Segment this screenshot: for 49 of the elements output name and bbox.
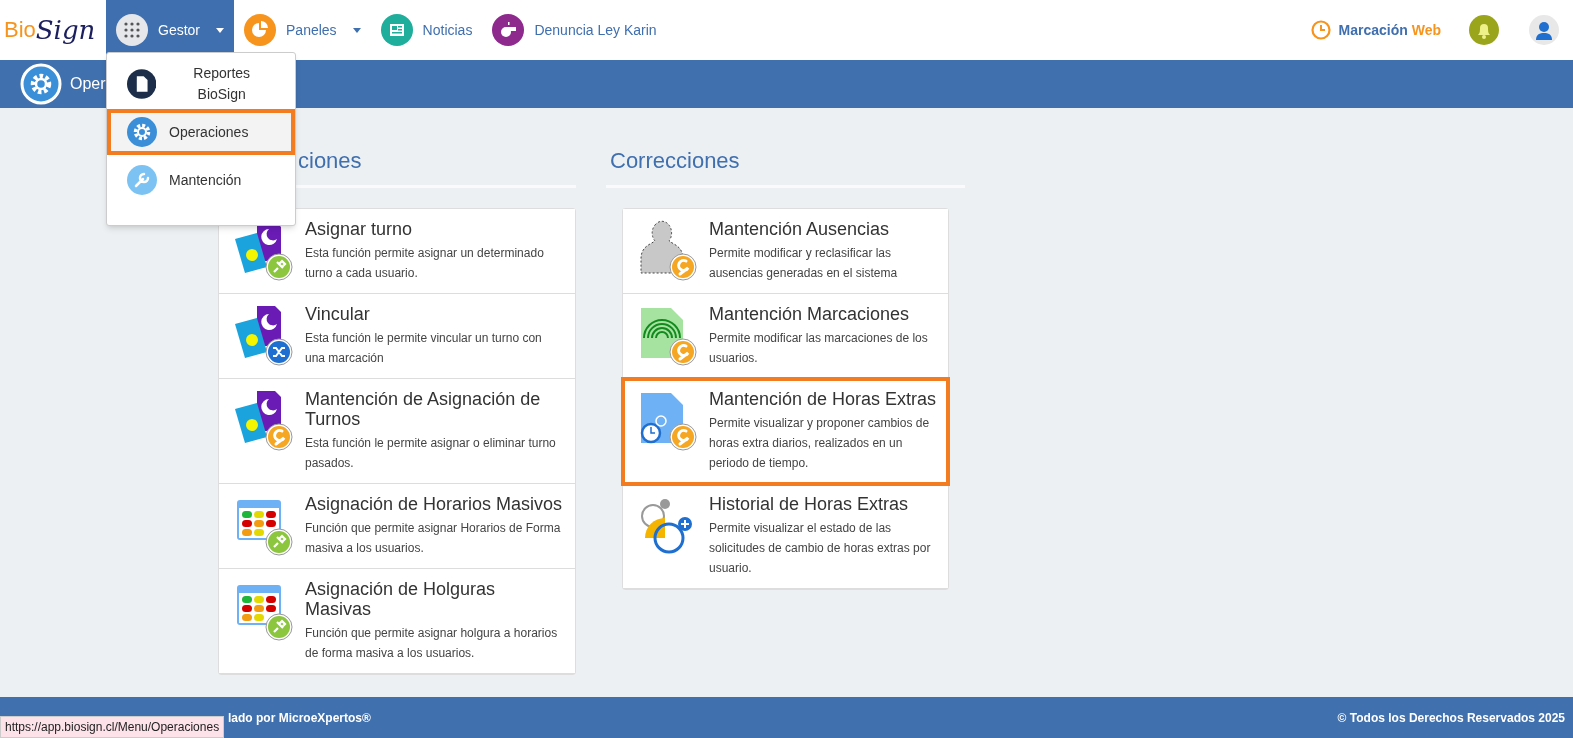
card-title: Mantención de Asignación de Turnos — [305, 389, 542, 429]
shift-schedule-icon — [233, 389, 295, 451]
wrench-icon — [127, 165, 157, 195]
card-title: Mantención Ausencias — [709, 219, 891, 239]
newspaper-icon — [380, 14, 413, 46]
footer-copyright: © Todos los Derechos Reservados 2025 — [1337, 709, 1565, 727]
section-heading: Correcciones — [610, 148, 740, 173]
card-title: Asignar turno — [305, 219, 414, 239]
logo-prefix: Bio — [4, 19, 36, 41]
page-title: Oper — [70, 74, 106, 94]
card-title: Historial de Horas Extras — [709, 494, 910, 514]
card-description: Esta función le permite vincular un turno con una marcación — [305, 330, 543, 367]
menu-card[interactable]: Mantención de Horas Extras Permite visualizar y proponer cambios de horas extra diarios, realizados en un periodo de tiempo. — [623, 379, 948, 484]
card-title: Vincular — [305, 304, 371, 324]
footer-credit: lado por MicroeXpertos® — [228, 709, 371, 727]
menu-card[interactable]: Historial de Horas Extras Permite visualizar el estado de las solicitudes de cambio de horas extras por usuario. — [623, 484, 948, 589]
person-icon — [637, 219, 699, 281]
whistle-icon — [492, 14, 525, 46]
card-description: Permite modificar y reclasificar las ausencias generadas en el sistema — [709, 245, 899, 282]
dropdown-item[interactable]: Reportes BioSign — [107, 61, 295, 107]
card-title: Mantención Marcaciones — [709, 304, 911, 324]
card-description: Esta función permite asignar un determinado turno a cada usuario. — [305, 245, 545, 282]
menu-card[interactable]: Asignar turno Esta función permite asignar un determinado turno a cada usuario. — [219, 209, 575, 294]
card-description: Permite visualizar y proponer cambios de horas extra diarios, realizados en un periodo de tiempo. — [709, 415, 931, 472]
card-description: Función que permite asignar Horarios de Forma masiva a los usuarios. — [305, 520, 562, 557]
logo-suffix: Sign — [35, 17, 96, 43]
card-description: Permite visualizar el estado de las solicitudes de cambio de horas extras por usuario. — [709, 520, 932, 577]
user-avatar-icon[interactable] — [1529, 15, 1559, 45]
card-title: Mantención de Horas Extras — [709, 389, 938, 409]
logo[interactable]: BioSign — [0, 0, 106, 60]
section-heading: ciones — [298, 148, 362, 173]
dropdown-item[interactable]: Operaciones — [107, 109, 295, 155]
notification-bell-icon[interactable] — [1469, 15, 1499, 45]
shift-schedule-icon — [233, 304, 295, 366]
card-description: Esta función le permite asignar o eliminar turno pasados. — [305, 435, 557, 472]
card-title: Asignación de Horarios Masivos — [305, 494, 564, 514]
card-description: Función que permite asignar holgura a horarios de forma masiva a los usuarios. — [305, 625, 559, 662]
status-url-tooltip: https://app.biosign.cl/Menu/Operaciones — [0, 716, 225, 738]
clock-icon — [1310, 20, 1331, 40]
grid-icon — [116, 14, 148, 46]
card-title: Asignación de Holguras Masivas — [305, 579, 497, 619]
card-description: Permite modificar las marcaciones de los usuarios. — [709, 330, 929, 367]
dropdown-item[interactable]: Mantención — [107, 157, 295, 203]
pie-chart-icon — [244, 14, 276, 46]
clock-in-link[interactable]: Marcación Web — [1338, 19, 1441, 41]
menu-card[interactable]: Mantención Ausencias Permite modificar y reclasificar las ausencias generadas en el sistema — [623, 209, 948, 294]
gear-icon — [127, 117, 157, 147]
document-icon — [127, 69, 157, 99]
gear-icon — [20, 63, 62, 105]
